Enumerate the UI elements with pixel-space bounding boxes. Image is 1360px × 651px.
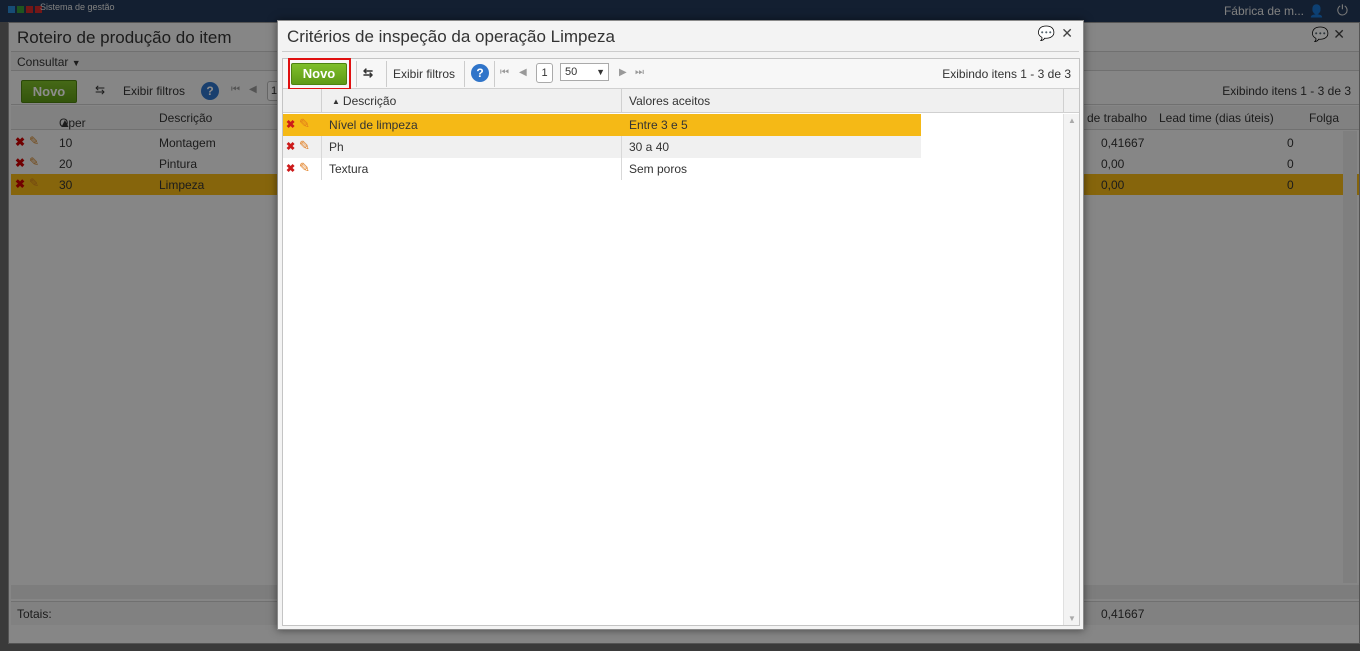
delete-icon[interactable]: ✖	[286, 140, 295, 153]
close-icon[interactable]: ✕	[1061, 25, 1073, 41]
novo-button[interactable]: Novo	[291, 63, 347, 85]
row-actions: ✖ ✎	[283, 114, 322, 136]
row-descricao: Ph	[329, 140, 344, 154]
next-page-icon[interactable]: ▶	[619, 67, 627, 78]
cell-divider	[621, 158, 622, 180]
chevron-down-icon: ▼	[596, 67, 605, 77]
page-input[interactable]: 1	[536, 63, 553, 83]
help-icon[interactable]: ?	[471, 64, 489, 82]
row-descricao: Nível de limpeza	[329, 118, 418, 132]
page-size-select[interactable]: 50 ▼	[560, 63, 609, 81]
divider	[386, 61, 387, 87]
dialog-grid: Novo ⇆ Exibir filtros ? ⏮ ◀ 1 50 ▼ ▶ ⏭ E…	[282, 58, 1080, 626]
dialog-table-header: ▲ Descrição Valores aceitos	[283, 89, 1079, 113]
row-valores: Entre 3 e 5	[629, 118, 688, 132]
delete-icon[interactable]: ✖	[286, 118, 295, 131]
row-descricao: Textura	[329, 162, 369, 176]
row-actions: ✖ ✎	[283, 158, 322, 180]
divider	[356, 61, 357, 87]
last-page-icon[interactable]: ⏭	[635, 67, 644, 78]
cell-divider	[621, 136, 622, 158]
column-valores-aceitos[interactable]: Valores aceitos	[622, 89, 1064, 112]
page-size-value: 50	[565, 66, 578, 78]
refresh-icon[interactable]: ⇆	[363, 66, 373, 80]
scroll-up-icon[interactable]: ▲	[1068, 116, 1076, 125]
edit-icon[interactable]: ✎	[299, 138, 310, 154]
row-valores: 30 a 40	[629, 140, 670, 154]
column-descricao[interactable]: ▲ Descrição	[322, 89, 622, 112]
divider	[494, 61, 495, 87]
display-info: Exibindo itens 1 - 3 de 3	[942, 67, 1071, 81]
scroll-down-icon[interactable]: ▼	[1068, 614, 1076, 623]
divider	[282, 51, 1079, 52]
prev-page-icon[interactable]: ◀	[519, 67, 527, 78]
sort-asc-icon: ▲	[332, 97, 340, 106]
dialog-vertical-scrollbar[interactable]: ▲ ▼	[1063, 114, 1079, 625]
column-label: Descrição	[342, 94, 397, 108]
divider	[464, 61, 465, 87]
inspection-criteria-dialog: Critérios de inspeção da operação Limpez…	[277, 20, 1084, 630]
edit-icon[interactable]: ✎	[299, 160, 310, 176]
row-actions: ✖ ✎	[283, 136, 322, 158]
dialog-title: Critérios de inspeção da operação Limpez…	[287, 27, 615, 46]
delete-icon[interactable]: ✖	[286, 162, 295, 175]
column-label: Valores aceitos	[629, 94, 711, 108]
first-page-icon[interactable]: ⏮	[500, 67, 509, 78]
row-valores: Sem poros	[629, 162, 688, 176]
table-row[interactable]: ✖ ✎ Ph 30 a 40	[283, 136, 921, 158]
dialog-window-icons: 💬 ✕	[1032, 25, 1073, 42]
table-row[interactable]: ✖ ✎ Nível de limpeza Entre 3 e 5	[283, 114, 921, 136]
comment-icon[interactable]: 💬	[1038, 25, 1055, 41]
dialog-toolbar: Novo ⇆ Exibir filtros ? ⏮ ◀ 1 50 ▼ ▶ ⏭ E…	[283, 58, 1079, 90]
table-row[interactable]: ✖ ✎ Textura Sem poros	[283, 158, 921, 180]
actions-column-header	[283, 89, 322, 112]
edit-icon[interactable]: ✎	[299, 116, 310, 132]
filters-button[interactable]: Exibir filtros	[393, 67, 455, 81]
